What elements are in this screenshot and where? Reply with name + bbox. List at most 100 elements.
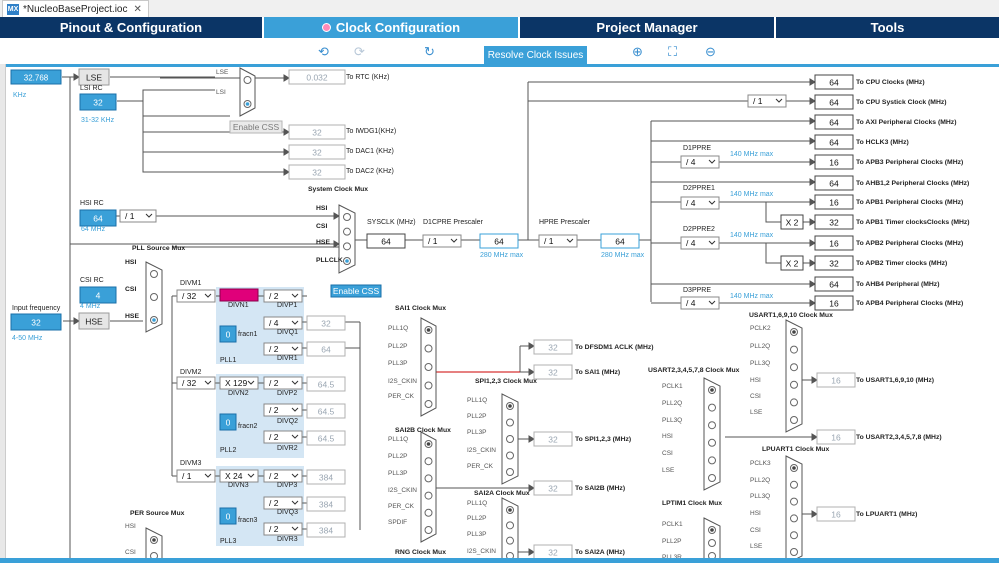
label-t69: DIVR3 — [277, 536, 298, 543]
spi-mux-radio[interactable] — [506, 418, 514, 427]
label-t25: To HCLK3 (MHz) — [856, 139, 909, 146]
divn1-box[interactable] — [219, 288, 259, 302]
modified-dot-icon — [321, 23, 331, 32]
label-t35: 140 MHz max — [730, 151, 774, 158]
label-t66: DIVP3 — [277, 482, 297, 489]
label-t98: PLL1Q — [467, 500, 487, 507]
sai2b-mux[interactable] — [420, 431, 437, 543]
sai2a-mux-radio[interactable] — [506, 536, 514, 545]
sai2b-mux-radio[interactable] — [424, 474, 433, 483]
label-t119: To USART2,3,4,5,7,8 (MHz) — [856, 434, 942, 441]
hclk3-value: 64 — [829, 138, 839, 148]
bottom-scrollbar[interactable] — [0, 558, 999, 563]
usart23-mux-radio[interactable] — [708, 403, 716, 412]
divr1-out-value: 64 — [321, 345, 331, 355]
rtc-mux[interactable] — [239, 67, 256, 117]
sai2b-mux-radio[interactable] — [424, 526, 433, 534]
label-t84: PLL2P — [467, 413, 487, 420]
hse-value-value: 32 — [31, 318, 41, 328]
usart23-mux-radio[interactable] — [708, 421, 716, 430]
lpuart-mux-radio[interactable] — [790, 514, 798, 523]
file-tab[interactable]: MX *NucleoBaseProject.ioc ✕ — [2, 0, 149, 18]
label-t115: PLL3Q — [662, 417, 682, 424]
sys-mux-radio[interactable] — [343, 227, 351, 236]
usart23-mux-radio[interactable] — [708, 456, 716, 465]
lptim-mux-radio[interactable] — [708, 539, 716, 547]
label-t125: CSI — [750, 527, 761, 534]
x2-b-value: X 2 — [786, 259, 799, 269]
sai2a-mux-radio[interactable] — [506, 521, 514, 530]
usart16-mux-radio[interactable] — [790, 380, 798, 389]
sys-mux-radio[interactable] — [343, 242, 351, 251]
lpuart-mux-radio[interactable] — [790, 480, 798, 489]
sysclk-out-value: 64 — [381, 237, 391, 247]
sai2b-mux-radio[interactable] — [424, 457, 433, 466]
apb2-timer-value: 32 — [829, 259, 839, 269]
sai2b-out-value: 32 — [548, 484, 558, 494]
divq3-out-value: 384 — [319, 500, 333, 510]
usart16-mux[interactable] — [785, 319, 803, 433]
label-t17: SYSCLK (MHz) — [367, 219, 416, 226]
label-t99: PLL2P — [467, 515, 487, 522]
label-t10: System Clock Mux — [308, 186, 368, 193]
lpuart-mux-radio[interactable] — [790, 531, 798, 540]
label-t103: RNG Clock Mux — [395, 549, 446, 556]
sai1-mux-radio[interactable] — [424, 363, 433, 371]
tab-clock[interactable]: Clock Configuration — [264, 17, 520, 38]
usart16-mux-radio[interactable] — [790, 363, 798, 372]
lpuart-mux-radio[interactable] — [790, 497, 798, 506]
spi-mux-radio[interactable] — [506, 468, 514, 476]
tab-pinout-label: Pinout & Configuration — [59, 20, 203, 35]
divp3-select-value: / 2 — [269, 471, 279, 481]
label-t53: fracn1 — [238, 331, 258, 338]
label-t44: CSI — [125, 286, 136, 293]
lpuart-mux[interactable] — [785, 455, 803, 563]
tab-pinout[interactable]: Pinout & Configuration — [0, 17, 264, 38]
sai1-mux-radio[interactable] — [424, 381, 433, 390]
tab-tools-label: Tools — [870, 20, 905, 35]
usart16-mux-radio[interactable] — [790, 416, 798, 424]
resolve-clock-issues-button[interactable]: Resolve Clock Issues — [484, 46, 587, 64]
label-t129: PCLK1 — [662, 521, 683, 528]
rtc-mux-radio[interactable] — [243, 76, 252, 84]
usart23-mux[interactable] — [703, 377, 721, 491]
label-t27: To AHB1,2 Peripheral Clocks (MHz) — [856, 180, 969, 187]
redo-icon[interactable]: ⟳ — [354, 44, 365, 60]
usart23-mux-radio[interactable] — [708, 438, 716, 447]
sys-mux-radio[interactable] — [343, 213, 351, 221]
label-t72: HSI — [125, 523, 136, 530]
usart16-mux-radio[interactable] — [790, 398, 798, 407]
spi-mux-radio[interactable] — [506, 451, 514, 460]
zoom-out-icon[interactable]: ⊖ — [705, 44, 716, 60]
spi123-out-value: 32 — [548, 435, 558, 445]
close-icon[interactable]: ✕ — [134, 4, 142, 15]
label-t97: SAI2A Clock Mux — [474, 490, 530, 497]
refresh-icon[interactable]: ↻ — [424, 44, 435, 60]
label-t122: PLL2Q — [750, 477, 770, 484]
label-t3: 31-32 KHz — [81, 117, 115, 124]
usart16-mux-radio[interactable] — [790, 345, 798, 354]
hsi-value-value: 64 — [93, 214, 103, 224]
tab-tools[interactable]: Tools — [776, 17, 999, 38]
tab-project-manager-label: Project Manager — [596, 20, 698, 35]
sai2b-mux-radio[interactable] — [424, 508, 433, 517]
undo-icon[interactable]: ⟲ — [318, 44, 329, 60]
pll-src-mux-radio[interactable] — [150, 270, 158, 278]
spi-mux-radio[interactable] — [506, 435, 514, 443]
tab-clock-label: Clock Configuration — [335, 20, 461, 35]
lpuart-mux-radio[interactable] — [790, 548, 798, 556]
label-t83: PLL1Q — [467, 397, 487, 404]
sai2b-mux-radio[interactable] — [424, 491, 433, 500]
sai1-mux-radio[interactable] — [424, 400, 433, 408]
sai1-mux-radio[interactable] — [424, 344, 433, 353]
label-t64: DIVM3 — [180, 460, 202, 467]
label-t108: HSI — [750, 377, 761, 384]
fit-icon[interactable]: ⛶ — [668, 44, 677, 60]
tab-project-manager[interactable]: Project Manager — [520, 17, 776, 38]
label-t47: 4 MHz — [80, 303, 101, 310]
pll-src-mux-radio[interactable] — [150, 293, 158, 301]
d1cpre-out-value: 64 — [494, 237, 504, 247]
zoom-in-icon[interactable]: ⊕ — [632, 44, 643, 60]
usart23-mux-radio[interactable] — [708, 474, 716, 482]
divr1-select-value: / 2 — [269, 344, 279, 354]
